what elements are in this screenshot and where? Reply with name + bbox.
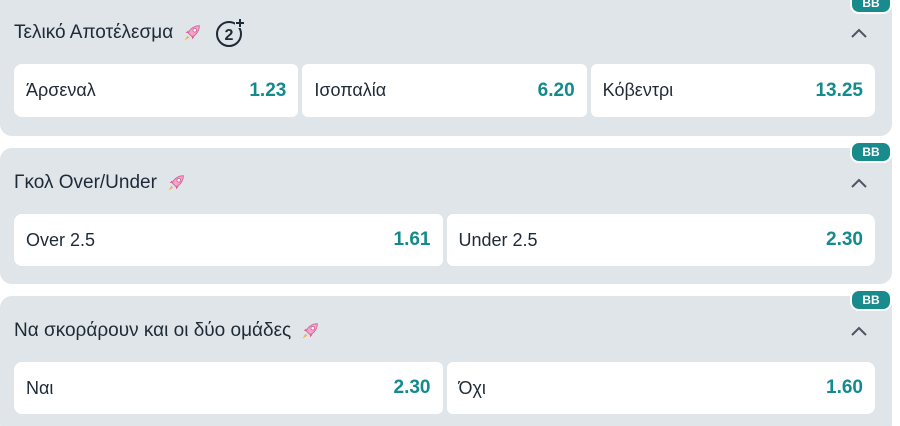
outcomes-row: Over 2.5 1.61 Under 2.5 2.30 — [14, 214, 875, 266]
outcome-odds: 2.30 — [393, 377, 431, 398]
outcome-under[interactable]: Under 2.5 2.30 — [446, 214, 875, 266]
rocket-icon — [168, 175, 184, 191]
outcomes-row: Ναι 2.30 Όχι 1.60 — [14, 362, 875, 414]
outcomes-row: Άρσεναλ 1.23 Ισοπαλία 6.20 Κόβεντρι 13.2… — [14, 64, 875, 117]
rocket-icon — [302, 323, 319, 339]
outcome-home[interactable]: Άρσεναλ 1.23 — [14, 64, 299, 117]
outcome-draw[interactable]: Ισοπαλία 6.20 — [302, 64, 587, 117]
market-header[interactable]: Γκολ Over/Under — [14, 168, 878, 198]
outcome-label: Ισοπαλία — [314, 80, 387, 100]
outcome-odds: 1.23 — [249, 79, 287, 101]
outcome-over[interactable]: Over 2.5 1.61 — [14, 214, 443, 266]
outcome-label: Under 2.5 — [458, 229, 538, 250]
outcome-odds: 13.25 — [815, 79, 863, 101]
market-both-teams-score: BB Να σκοράρουν και οι δύο ομάδες Ναι 2.… — [0, 289, 892, 426]
market-title: Να σκοράρουν και οι δύο ομάδες — [14, 320, 292, 341]
chevron-up-icon[interactable] — [848, 22, 870, 44]
chevron-up-icon[interactable] — [848, 320, 870, 342]
outcome-odds: 6.20 — [537, 79, 575, 101]
outcome-odds: 2.30 — [826, 229, 863, 250]
outcome-odds: 1.60 — [826, 377, 863, 398]
outcome-label: Ναι — [26, 377, 54, 398]
market-title: Τελικό Αποτέλεσμα — [14, 22, 174, 43]
outcome-yes[interactable]: Ναι 2.30 — [14, 362, 443, 414]
bet-builder-badge: BB — [850, 289, 892, 311]
outcome-label: Άρσεναλ — [26, 80, 96, 100]
rocket-icon — [184, 25, 200, 41]
bet-builder-badge: BB — [850, 141, 892, 163]
counter-plus-icon[interactable]: 2 — [215, 18, 246, 48]
counter-value: 2 — [225, 27, 234, 44]
market-goals-over-under: BB Γκολ Over/Under Over 2.5 1.61 Under 2… — [0, 141, 892, 284]
bet-builder-badge: BB — [850, 0, 892, 14]
market-final-result: BB Τελικό Αποτέλεσμα 2 Άρσεναλ 1.23 Ισοπ… — [0, 0, 892, 136]
market-header[interactable]: Να σκοράρουν και οι δύο ομάδες — [14, 316, 878, 346]
chevron-up-icon[interactable] — [848, 172, 870, 194]
outcome-odds: 1.61 — [393, 229, 431, 250]
outcome-away[interactable]: Κόβεντρι 13.25 — [590, 64, 875, 117]
market-header[interactable]: Τελικό Αποτέλεσμα 2 — [14, 18, 878, 48]
outcome-label: Όχι — [458, 377, 486, 398]
outcome-no[interactable]: Όχι 1.60 — [446, 362, 875, 414]
outcome-label: Over 2.5 — [26, 229, 96, 250]
outcome-label: Κόβεντρι — [602, 80, 674, 100]
market-title: Γκολ Over/Under — [14, 172, 157, 193]
